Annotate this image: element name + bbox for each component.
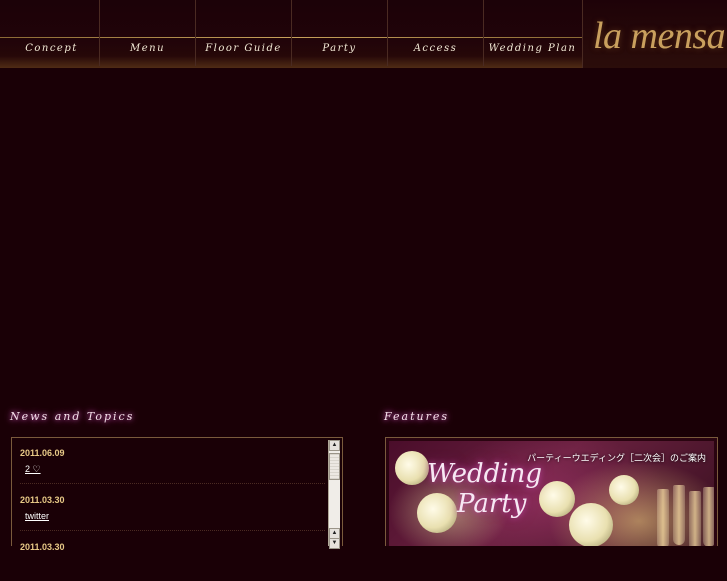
features-section-title: Features [384,410,450,423]
news-divider [20,530,325,531]
news-link[interactable]: twitter [25,510,49,522]
champagne-glass-decoration [689,491,701,546]
features-panel: パーティーウエディング［二次会］のご案内 Wedding Party [385,437,718,546]
champagne-glass-decoration [673,485,685,545]
nav-item-label: Access [413,43,458,54]
nav-item-concept[interactable]: Concept [4,0,100,66]
nav-item-label: Menu [129,43,166,54]
flower-decoration [569,503,613,546]
news-date: 2011.03.30 [20,495,65,505]
banner-script-line1: Wedding [427,459,542,489]
nav-item-access[interactable]: Access [388,0,484,66]
banner-caption: パーティーウエディング［二次会］のご案内 [527,453,706,463]
news-list: 2011.06.09 2 ♡ 2011.03.30 twitter 2011.0… [20,447,325,581]
scroll-down-arrow-icon[interactable]: ▼ [329,538,340,549]
nav-item-floor-guide[interactable]: Floor Guide [196,0,292,66]
news-link[interactable]: 2 ♡ [25,463,41,475]
banner-script-title: Wedding Party [427,459,542,519]
news-divider [20,483,325,484]
news-item: 2011.03.30 twitter [20,494,325,531]
flower-decoration [395,451,429,485]
nav-item-menu[interactable]: Menu [100,0,196,66]
site-logo[interactable]: la mensa [582,0,727,68]
news-item: 2011.03.30 [20,541,325,571]
logo-text: la mensa [593,15,726,57]
news-date: 2011.06.09 [20,448,65,458]
news-section-title: News and Topics [10,410,135,423]
nav-item-label: Floor Guide [205,43,282,54]
news-panel: 2011.06.09 2 ♡ 2011.03.30 twitter 2011.0… [11,437,343,552]
champagne-glass-decoration [657,489,669,546]
wedding-party-banner[interactable]: パーティーウエディング［二次会］のご案内 Wedding Party [389,441,714,546]
scroll-up-arrow-icon[interactable]: ▲ [329,440,340,451]
flower-decoration [539,481,575,517]
top-navigation: Concept Menu Floor Guide Party Access We… [0,0,727,68]
nav-item-label: Party [322,43,357,54]
champagne-glass-decoration [703,487,714,546]
nav-item-party[interactable]: Party [292,0,388,66]
nav-item-label: Concept [25,43,78,54]
banner-script-line2: Party [457,489,527,519]
flower-decoration [609,475,639,505]
nav-item-label: Wedding Plan [488,43,577,54]
scrollbar-thumb[interactable] [329,453,340,480]
nav-item-wedding-plan[interactable]: Wedding Plan [484,0,581,66]
news-item: 2011.06.09 2 ♡ [20,447,325,484]
news-scrollbar[interactable]: ▲ ▲ ▼ [328,440,340,549]
news-date: 2011.03.30 [20,542,65,552]
